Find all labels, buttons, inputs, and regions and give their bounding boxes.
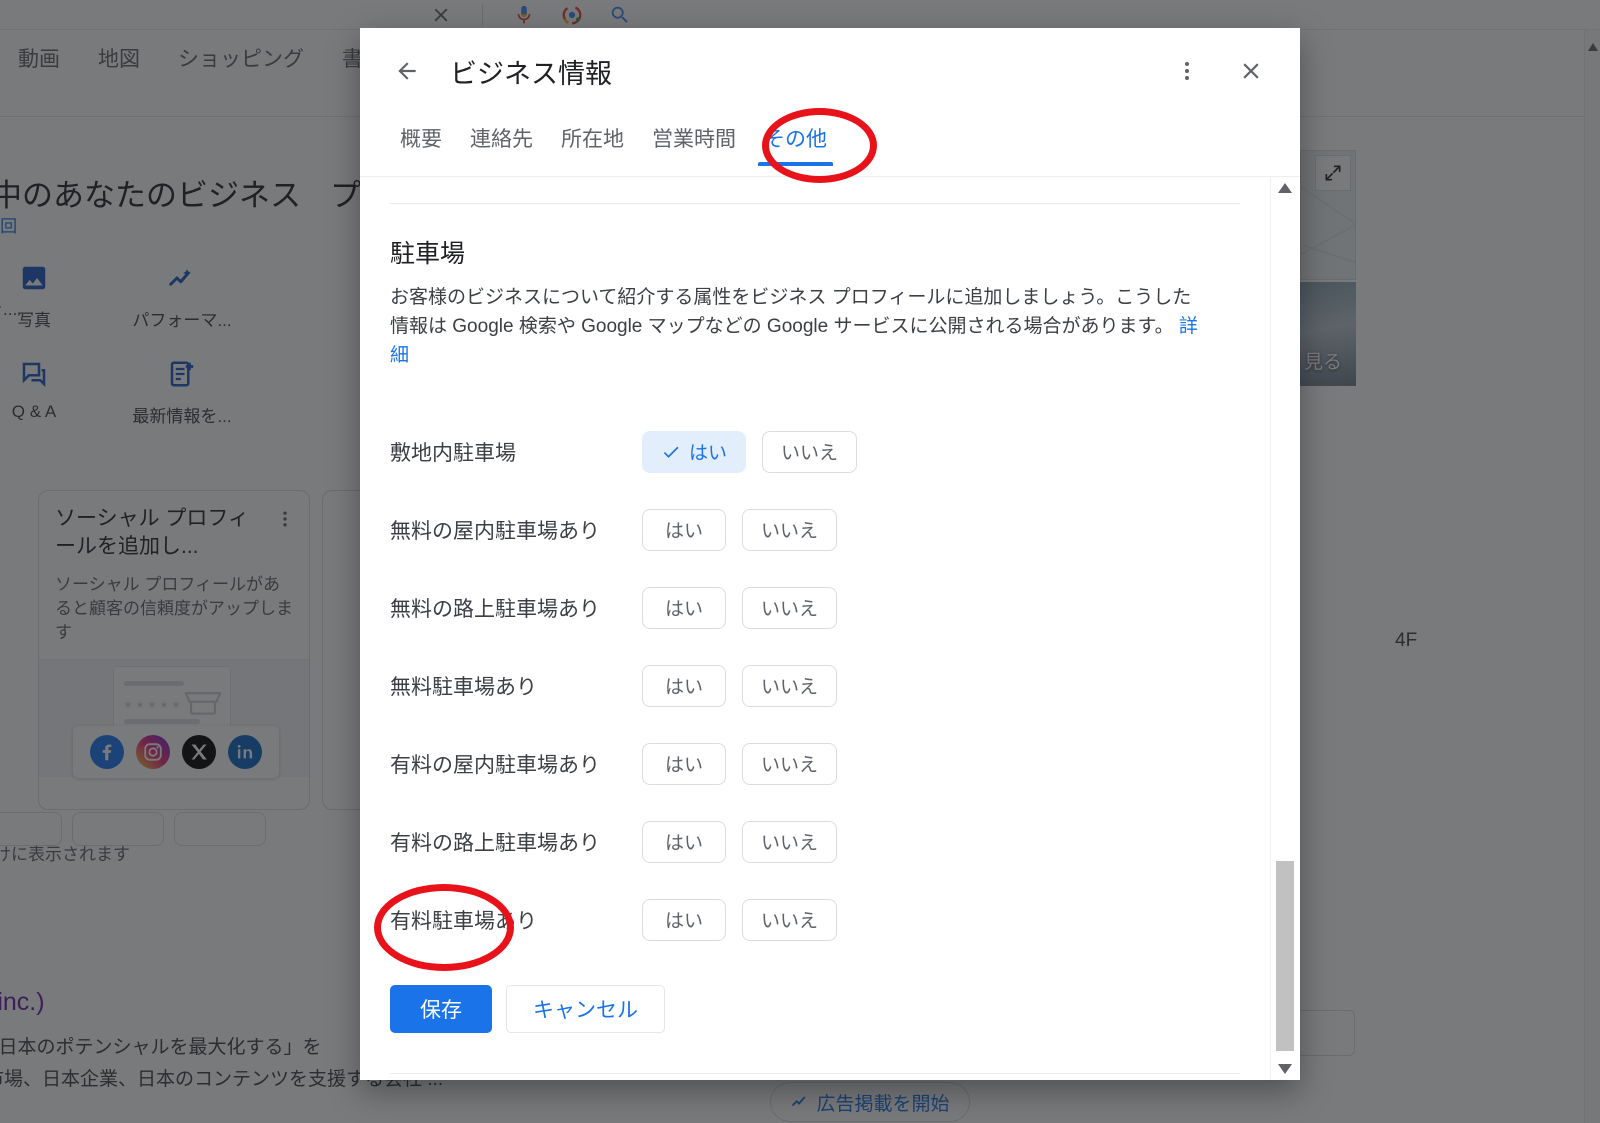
- section-description: お客様のビジネスについて紹介する属性をビジネス プロフィールに追加しましょう。こ…: [360, 270, 1240, 371]
- tab-概要[interactable]: 概要: [386, 114, 456, 166]
- attribute-no-label: いいえ: [761, 755, 819, 777]
- attribute-yes-button[interactable]: はい: [642, 742, 726, 785]
- attribute-label: 無料の屋内駐車場あり: [390, 519, 600, 543]
- table-row: 有料の路上駐車場あり はい いいえ: [360, 803, 1270, 881]
- attribute-no-label: いいえ: [761, 833, 819, 855]
- dialog-scroll-content: 駐車場 お客様のビジネスについて紹介する属性をビジネス プロフィールに追加しまし…: [360, 177, 1270, 1080]
- close-icon[interactable]: [1228, 48, 1274, 94]
- tab-連絡先[interactable]: 連絡先: [456, 114, 547, 166]
- triangle-up-icon[interactable]: [1278, 183, 1292, 193]
- save-button[interactable]: 保存: [390, 984, 492, 1033]
- check-icon: [663, 446, 679, 458]
- table-row: 無料の屋内駐車場あり はい いいえ: [360, 491, 1270, 569]
- dialog-header: ビジネス情報: [360, 28, 1300, 114]
- attribute-label: 無料駐車場あり: [390, 675, 537, 699]
- dialog-tabs: 概要 連絡先 所在地 営業時間 その他: [360, 114, 1300, 176]
- attribute-yes-button[interactable]: はい: [642, 898, 726, 941]
- attribute-yes-button[interactable]: はい: [642, 586, 726, 629]
- section-title: 駐車場: [390, 240, 466, 268]
- attribute-yes-label: はい: [664, 599, 703, 621]
- tab-その他[interactable]: その他: [750, 114, 841, 166]
- table-row: 有料の屋内駐車場あり はい いいえ: [360, 725, 1270, 803]
- attribute-no-label: いいえ: [761, 677, 819, 699]
- attribute-label: 有料の路上駐車場あり: [390, 831, 600, 855]
- attribute-yes-label: はい: [664, 521, 703, 543]
- attribute-yes-label: はい: [664, 833, 703, 855]
- attribute-no-button[interactable]: いいえ: [742, 898, 838, 941]
- more-vert-icon[interactable]: [1164, 48, 1210, 94]
- attribute-label: 有料駐車場あり: [390, 909, 537, 933]
- attribute-no-button[interactable]: いいえ: [742, 664, 838, 707]
- attribute-yes-button[interactable]: はい: [642, 820, 726, 863]
- section-description-text: お客様のビジネスについて紹介する属性をビジネス プロフィールに追加しましょう。こ…: [390, 287, 1192, 337]
- triangle-down-icon[interactable]: [1278, 1064, 1292, 1074]
- table-row: 敷地内駐車場 はい いいえ: [360, 413, 1270, 491]
- business-info-dialog: ビジネス情報 概要 連絡先 所在地 営業時間 その他 駐車場 お客様のビジネスに…: [360, 28, 1300, 1080]
- attribute-yes-label: はい: [664, 677, 703, 699]
- back-arrow-icon[interactable]: [384, 48, 430, 94]
- attribute-no-button[interactable]: いいえ: [742, 820, 838, 863]
- table-row: 無料駐車場あり はい いいえ: [360, 647, 1270, 725]
- attribute-no-button[interactable]: いいえ: [742, 742, 838, 785]
- attribute-yes-label: はい: [664, 911, 703, 933]
- tab-営業時間[interactable]: 営業時間: [638, 114, 750, 166]
- attribute-no-label: いいえ: [761, 911, 819, 933]
- attribute-yes-button[interactable]: はい: [642, 508, 726, 551]
- attribute-no-button[interactable]: いいえ: [762, 430, 858, 473]
- cancel-button[interactable]: キャンセル: [506, 984, 665, 1033]
- attribute-yes-label: はい: [664, 755, 703, 777]
- attribute-yes-button[interactable]: はい: [642, 430, 747, 473]
- dialog-title: ビジネス情報: [450, 58, 612, 89]
- dialog-actions: 保存 キャンセル: [360, 959, 1270, 1033]
- table-row: 有料駐車場あり はい いいえ: [360, 881, 1270, 959]
- attribute-no-button[interactable]: いいえ: [742, 586, 838, 629]
- attribute-label: 敷地内駐車場: [390, 441, 516, 465]
- dialog-scrollbar[interactable]: [1270, 177, 1300, 1080]
- table-row: 無料の路上駐車場あり はい いいえ: [360, 569, 1270, 647]
- attribute-no-button[interactable]: いいえ: [742, 508, 838, 551]
- attribute-no-label: いいえ: [781, 443, 839, 465]
- tab-所在地[interactable]: 所在地: [547, 114, 638, 166]
- attribute-no-label: いいえ: [761, 521, 819, 543]
- dialog-body: 駐車場 お客様のビジネスについて紹介する属性をビジネス プロフィールに追加しまし…: [360, 176, 1300, 1080]
- attribute-yes-button[interactable]: はい: [642, 664, 726, 707]
- attribute-no-label: いいえ: [761, 599, 819, 621]
- attribute-label: 有料の屋内駐車場あり: [390, 753, 600, 777]
- clipped-previous-section: [360, 177, 1270, 189]
- scrollbar-track[interactable]: [1271, 201, 1300, 1056]
- scrollbar-thumb[interactable]: [1276, 861, 1294, 1051]
- attribute-label: 無料の路上駐車場あり: [390, 597, 600, 621]
- dialog-footer: Google によるビジネス情報の収集方法と使用方法に関する詳細 詳細: [360, 1074, 1270, 1080]
- attribute-list: 敷地内駐車場 はい いいえ 無料の屋内駐車場あり はい いいえ 無料の路上駐車場…: [360, 371, 1270, 959]
- attribute-yes-label: はい: [689, 443, 728, 465]
